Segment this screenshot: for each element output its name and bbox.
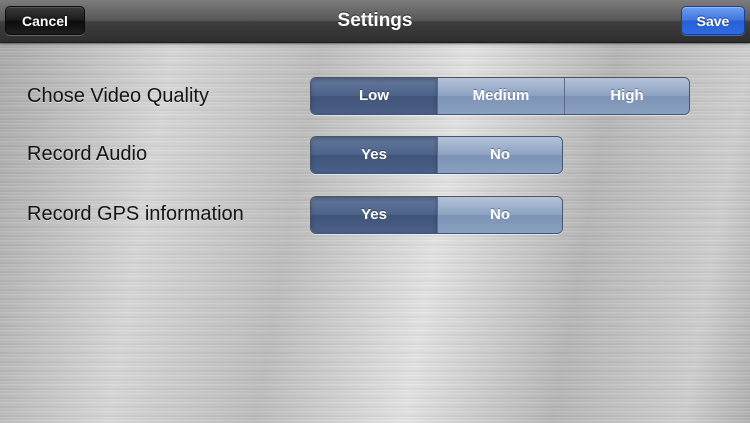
video-quality-option-high[interactable]: High [564,78,689,114]
record-gps-option-no[interactable]: No [437,197,562,233]
video-quality-label: Chose Video Quality [27,85,209,107]
navigation-bar: Cancel Settings Save [0,0,750,43]
video-quality-option-medium[interactable]: Medium [437,78,564,114]
record-gps-label: Record GPS information [27,203,244,225]
page-title: Settings [337,10,413,31]
record-audio-option-yes[interactable]: Yes [311,137,437,173]
video-quality-option-low[interactable]: Low [311,78,437,114]
record-gps-segmented-control: Yes No [310,196,563,234]
record-audio-segmented-control: Yes No [310,136,563,174]
record-audio-option-no[interactable]: No [437,137,562,173]
record-gps-option-yes[interactable]: Yes [311,197,437,233]
record-audio-label: Record Audio [27,143,148,165]
save-button[interactable]: Save [681,6,745,35]
video-quality-segmented-control: Low Medium High [310,77,690,115]
